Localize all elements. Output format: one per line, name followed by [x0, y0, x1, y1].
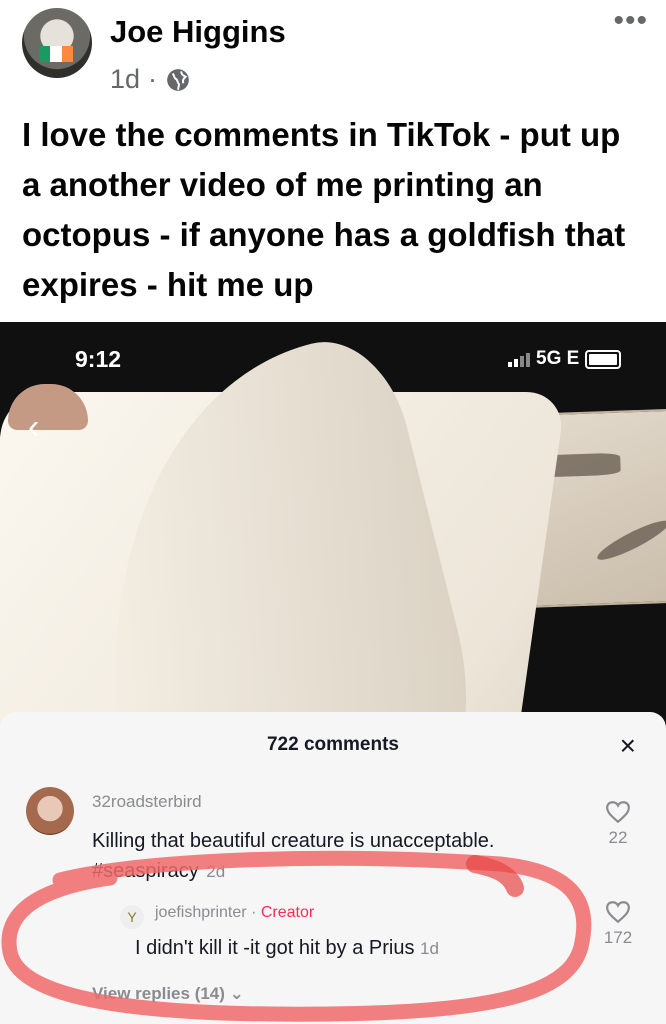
heart-icon — [606, 801, 630, 824]
heart-icon — [606, 901, 630, 924]
reply-body: I didn't kill it -it got hit by a Prius — [135, 937, 415, 959]
post-text: I love the comments in TikTok - put up a… — [22, 116, 626, 303]
hand — [8, 384, 88, 430]
ireland-flag-icon — [39, 46, 73, 62]
status-network: 5G E — [508, 348, 622, 370]
badge-separator: · — [251, 904, 257, 921]
view-replies-label: View replies (14) — [92, 984, 225, 1003]
more-options-icon[interactable]: ••• — [613, 4, 648, 38]
like-count: 172 — [603, 928, 633, 947]
author-avatar[interactable] — [22, 8, 92, 78]
comment-hashtag[interactable]: #seaspiracy — [92, 860, 199, 882]
post-header: Joe Higgins 1d · ••• — [0, 0, 666, 100]
comments-count: 722 comments — [266, 734, 399, 755]
creator-avatar[interactable]: Y — [120, 905, 144, 929]
battery-icon — [585, 349, 622, 369]
close-icon[interactable]: × — [620, 730, 636, 762]
reply-like-button[interactable]: 172 — [596, 900, 640, 948]
creator-badge: Creator — [260, 904, 315, 921]
signal-icon — [508, 351, 530, 367]
fish-print-mark — [593, 514, 666, 566]
comments-sheet: 722 comments × 32roadsterbird Killing th… — [0, 712, 666, 1024]
globe-icon — [167, 68, 189, 91]
comment-like-button[interactable]: 22 — [596, 800, 640, 848]
post-time[interactable]: 1d — [110, 64, 140, 95]
comment-username[interactable]: 32roadsterbird — [92, 792, 202, 812]
comment-time: 2d — [206, 862, 226, 881]
reply-username-line: joefishprinter · Creator — [155, 904, 314, 922]
view-replies-button[interactable]: View replies (14) ⌄ — [92, 984, 244, 1004]
reply-text: I didn't kill it -it got hit by a Prius … — [135, 937, 439, 960]
post-meta: 1d · — [110, 64, 191, 95]
commenter-avatar[interactable] — [26, 787, 74, 835]
post-photo[interactable]: 9:12 5G E ‹ 722 comments × 32roadsterbir… — [0, 322, 666, 1024]
comment-text: Killing that beautiful creature is unacc… — [92, 826, 572, 887]
reply-time: 1d — [420, 939, 439, 958]
back-icon[interactable]: ‹ — [28, 408, 39, 447]
meta-separator: · — [148, 64, 158, 94]
comment-body: Killing that beautiful creature is unacc… — [92, 830, 495, 852]
like-count: 22 — [608, 828, 628, 847]
author-name[interactable]: Joe Higgins — [110, 14, 286, 50]
status-time: 9:12 — [75, 346, 122, 372]
chevron-down-icon: ⌄ — [229, 984, 244, 1003]
network-label: 5G E — [536, 348, 580, 369]
reply-username[interactable]: joefishprinter — [155, 904, 247, 921]
